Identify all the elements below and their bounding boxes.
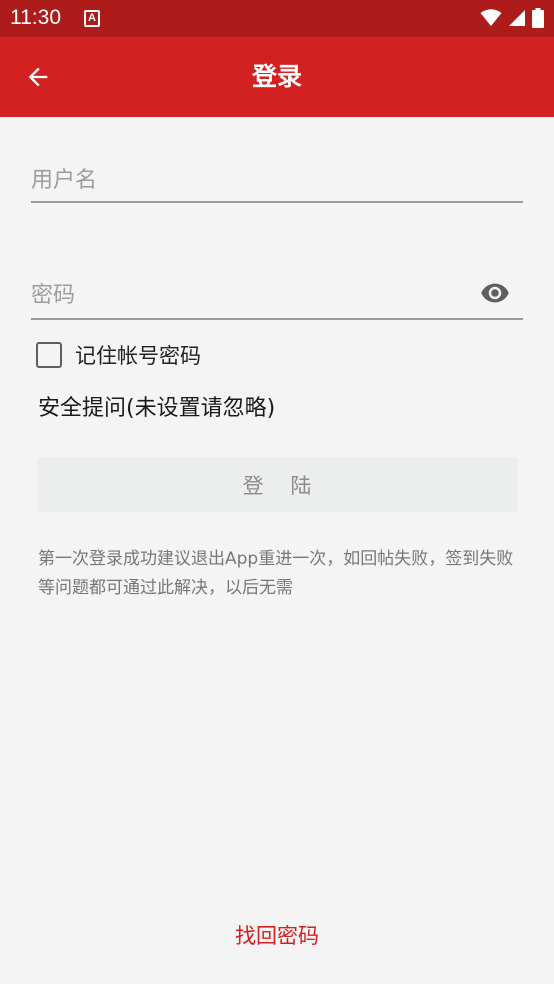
wifi-icon [480,9,502,26]
remember-label: 记住帐号密码 [75,344,201,368]
hint-text: 第一次登录成功建议退出App重进一次，如回帖失败，签到失败等问题都可通过此解决，… [38,549,514,598]
security-question-selector[interactable]: 安全提问(未设置请忽略) [38,390,275,422]
status-icons [480,8,544,28]
recover-password-link[interactable]: 找回密码 [0,920,554,950]
username-field [31,160,523,203]
checkbox-box[interactable] [36,342,62,368]
password-input[interactable] [31,272,461,318]
page-title: 登录 [251,62,302,91]
arrow-back-icon [28,67,48,87]
status-time: 11:30 [10,6,61,29]
password-field [31,272,523,320]
back-button[interactable] [18,57,58,97]
eye-icon[interactable] [477,278,513,308]
login-button[interactable]: 登 陆 [37,457,517,512]
battery-icon [532,8,544,28]
signal-icon [509,10,525,26]
notification-icon: A [84,10,100,27]
status-bar: 11:30 A [0,0,554,37]
remember-account-checkbox[interactable]: 记住帐号密码 [36,341,201,369]
app-bar: 登录 [0,37,554,117]
username-input[interactable] [31,160,523,201]
